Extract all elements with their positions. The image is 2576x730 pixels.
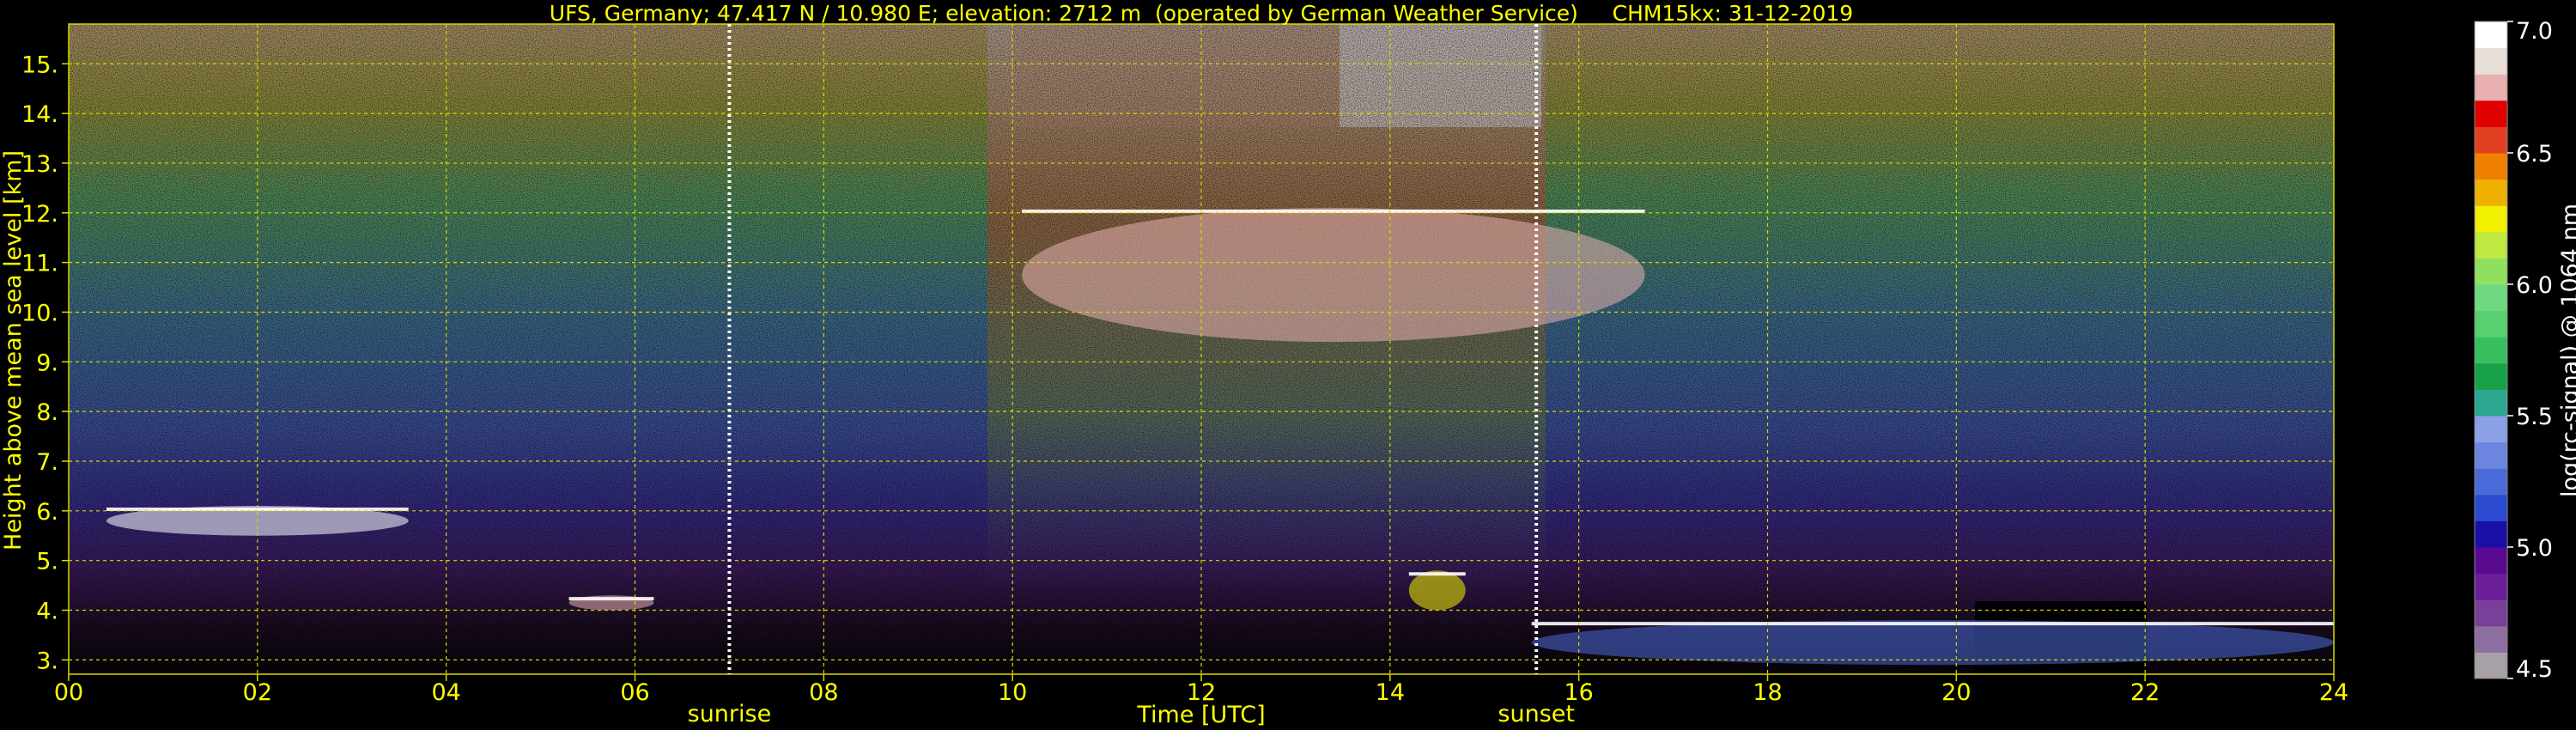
colorbar-band <box>2475 652 2507 679</box>
x-tick-label: 14 <box>1376 679 1405 706</box>
y-tick-label: 10. <box>21 300 58 326</box>
colorbar-bands <box>2475 21 2507 679</box>
y-tick-label: 14. <box>21 101 58 128</box>
colorbar-tick-label: 4.5 <box>2516 656 2553 683</box>
y-tick-label: 9. <box>36 350 58 376</box>
y-tick-label: 6. <box>36 499 58 526</box>
colorbar-tick-label: 6.5 <box>2516 141 2553 167</box>
colorbar-label: log(rc-signal) @ 1064 nm <box>2557 204 2576 497</box>
colorbar-band <box>2475 126 2507 154</box>
colorbar-band <box>2475 284 2507 312</box>
cloud-feature-body <box>1022 208 1645 343</box>
colorbar-tick-label: 5.0 <box>2516 535 2553 562</box>
cloud-feature <box>568 595 654 611</box>
x-tick-label: 00 <box>54 679 83 706</box>
x-tick-label: 24 <box>2319 679 2348 706</box>
x-tick-label: 16 <box>1564 679 1593 706</box>
colorbar-ticks: 4.5 5.0 5.5 6.0 6.5 7.0 <box>2507 18 2553 683</box>
colorbar-tick-label: 5.5 <box>2516 404 2553 430</box>
x-tick-label: 04 <box>431 679 460 706</box>
colorbar-band <box>2475 468 2507 496</box>
colorbar-band <box>2475 625 2507 653</box>
colorbar-tick-label: 6.0 <box>2516 272 2553 299</box>
cloud-feature <box>1531 620 2334 666</box>
y-axis-ticks: 3. 4. 5. 6. 7. 8. 9. 10. 11. 12. 13. 14. 15. <box>21 52 69 674</box>
y-axis-label: Height above mean sea level [km] <box>0 150 27 551</box>
colorbar-band <box>2475 547 2507 575</box>
colorbar-band <box>2475 599 2507 627</box>
colorbar-band <box>2475 179 2507 206</box>
y-tick-label: 3. <box>36 648 58 674</box>
colorbar-band <box>2475 153 2507 180</box>
chart-title: UFS, Germany; 47.417 N / 10.980 E; eleva… <box>550 1 1853 26</box>
colorbar-band <box>2475 494 2507 521</box>
colorbar-band <box>2475 47 2507 75</box>
colorbar-tick-label: 7.0 <box>2516 18 2553 45</box>
colorbar-band <box>2475 389 2507 417</box>
x-tick-label: 06 <box>620 679 649 706</box>
cloud-feature-body <box>1531 620 2334 666</box>
colorbar-band <box>2475 337 2507 364</box>
y-tick-label: 15. <box>21 52 58 78</box>
ceilometer-figure: sunrise sunset 00 02 04 06 08 10 12 14 16 18 20 22 24… <box>0 1 2576 728</box>
cloud-feature-body <box>1408 570 1466 611</box>
y-tick-label: 4. <box>36 599 58 625</box>
y-tick-label: 8. <box>36 399 58 426</box>
colorbar-band <box>2475 310 2507 338</box>
y-tick-label: 5. <box>36 549 58 575</box>
colorbar-band <box>2475 416 2507 443</box>
cloud-feature <box>1022 208 1645 343</box>
colorbar-band <box>2475 573 2507 600</box>
x-tick-label: 08 <box>809 679 838 706</box>
cloud-feature <box>1408 570 1466 611</box>
x-tick-label: 18 <box>1753 679 1782 706</box>
colorbar-band <box>2475 362 2507 390</box>
colorbar-band <box>2475 520 2507 548</box>
sun-marker-label: sunrise <box>688 701 772 727</box>
x-tick-label: 22 <box>2130 679 2160 706</box>
colorbar-band <box>2475 258 2507 285</box>
colorbar-band <box>2475 100 2507 127</box>
x-tick-label: 10 <box>998 679 1027 706</box>
y-tick-label: 13. <box>21 151 58 178</box>
x-tick-label: 02 <box>243 679 272 706</box>
y-tick-label: 11. <box>21 251 58 277</box>
x-axis-label: Time [UTC] <box>1136 702 1265 728</box>
y-tick-label: 12. <box>21 201 58 228</box>
y-tick-label: 7. <box>36 449 58 476</box>
colorbar-band <box>2475 21 2507 49</box>
x-tick-label: 20 <box>1941 679 1971 706</box>
colorbar-band <box>2475 231 2507 259</box>
colorbar-band <box>2475 441 2507 469</box>
colorbar: 4.5 5.0 5.5 6.0 6.5 7.0 log(rc-signal) @ 1064… <box>2474 18 2576 683</box>
colorbar-band <box>2475 205 2507 233</box>
colorbar-band <box>2475 74 2507 101</box>
